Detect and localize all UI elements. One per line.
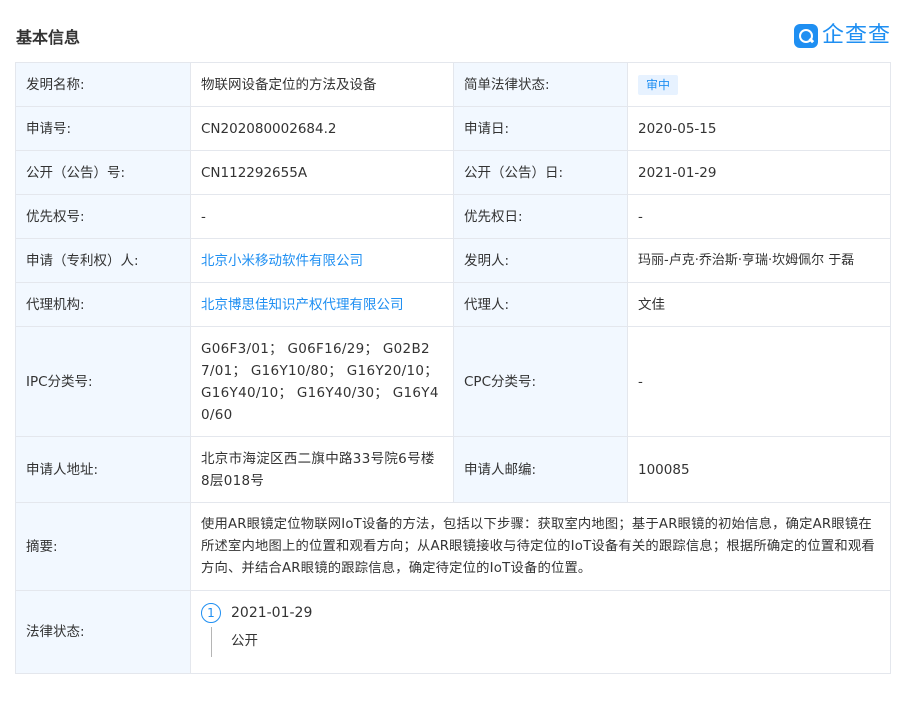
legal-status-timeline: 1 2021-01-29 公开 bbox=[190, 590, 891, 674]
applicant-address-label: 申请人地址: bbox=[15, 436, 191, 503]
table-row: 申请人地址: 北京市海淀区西二旗中路33号院6号楼8层018号 申请人邮编: 1… bbox=[15, 436, 891, 503]
applicant-label: 申请（专利权）人: bbox=[15, 238, 191, 283]
table-row: 申请（专利权）人: 北京小米移动软件有限公司 发明人: 玛丽-卢克·乔治斯·亨瑞… bbox=[15, 238, 891, 283]
table-row: 摘要: 使用AR眼镜定位物联网IoT设备的方法，包括以下步骤：获取室内地图；基于… bbox=[15, 502, 891, 591]
table-row: 申请号: CN202080002684.2 申请日: 2020-05-15 bbox=[15, 106, 891, 151]
cpc-value: - bbox=[627, 326, 891, 437]
legal-status-label: 法律状态: bbox=[15, 590, 191, 674]
timeline-date: 2021-01-29 bbox=[231, 605, 313, 621]
brand-logo: 企查查 bbox=[793, 22, 891, 50]
applicant-link[interactable]: 北京小米移动软件有限公司 bbox=[201, 253, 363, 269]
applicant-cell: 北京小米移动软件有限公司 bbox=[190, 238, 454, 283]
ipc-value: G06F3/01； G06F16/29； G02B27/01； G16Y10/8… bbox=[190, 326, 454, 437]
qcc-logo-icon bbox=[793, 24, 818, 48]
priority-no-value: - bbox=[190, 194, 454, 239]
abstract-label: 摘要: bbox=[15, 502, 191, 591]
publication-date-value: 2021-01-29 bbox=[627, 150, 891, 195]
agency-label: 代理机构: bbox=[15, 282, 191, 327]
agent-value: 文佳 bbox=[627, 282, 891, 327]
brand-name: 企查查 bbox=[821, 23, 891, 48]
table-row: 优先权号: - 优先权日: - bbox=[15, 194, 891, 239]
application-no-value: CN202080002684.2 bbox=[190, 106, 454, 151]
table-row: IPC分类号: G06F3/01； G06F16/29； G02B27/01； … bbox=[15, 326, 891, 437]
timeline-status: 公开 bbox=[231, 633, 258, 649]
application-date-value: 2020-05-15 bbox=[627, 106, 891, 151]
priority-date-label: 优先权日: bbox=[453, 194, 628, 239]
publication-no-label: 公开（公告）号: bbox=[15, 150, 191, 195]
applicant-postcode-value: 100085 bbox=[627, 436, 891, 503]
agency-link[interactable]: 北京博思佳知识产权代理有限公司 bbox=[201, 297, 404, 313]
timeline-step-number: 1 bbox=[201, 603, 221, 623]
cpc-label: CPC分类号: bbox=[453, 326, 628, 437]
applicant-postcode-label: 申请人邮编: bbox=[453, 436, 628, 503]
invention-name-label: 发明名称: bbox=[15, 62, 191, 107]
applicant-address-value: 北京市海淀区西二旗中路33号院6号楼8层018号 bbox=[190, 436, 454, 503]
table-row: 公开（公告）号: CN112292655A 公开（公告）日: 2021-01-2… bbox=[15, 150, 891, 195]
table-row: 法律状态: 1 2021-01-29 公开 bbox=[15, 590, 891, 674]
section-title: 基本信息 bbox=[16, 28, 81, 47]
priority-date-value: - bbox=[627, 194, 891, 239]
table-row: 发明名称: 物联网设备定位的方法及设备 简单法律状态: 审中 bbox=[15, 62, 891, 107]
timeline-connector bbox=[211, 627, 212, 657]
abstract-value: 使用AR眼镜定位物联网IoT设备的方法，包括以下步骤：获取室内地图；基于AR眼镜… bbox=[190, 502, 891, 591]
inventor-label: 发明人: bbox=[453, 238, 628, 283]
application-date-label: 申请日: bbox=[453, 106, 628, 151]
header: 基本信息 企查查 bbox=[0, 0, 903, 62]
application-no-label: 申请号: bbox=[15, 106, 191, 151]
inventor-value: 玛丽-卢克·乔治斯·亨瑞·坎姆佩尔 于磊 bbox=[627, 238, 891, 283]
legal-status-simple-cell: 审中 bbox=[627, 62, 891, 107]
priority-no-label: 优先权号: bbox=[15, 194, 191, 239]
status-badge: 审中 bbox=[638, 74, 679, 95]
timeline-item: 1 2021-01-29 公开 bbox=[201, 591, 880, 673]
invention-name-value: 物联网设备定位的方法及设备 bbox=[190, 62, 454, 107]
publication-date-label: 公开（公告）日: bbox=[453, 150, 628, 195]
publication-no-value: CN112292655A bbox=[190, 150, 454, 195]
table-row: 代理机构: 北京博思佳知识产权代理有限公司 代理人: 文佳 bbox=[15, 282, 891, 327]
basic-info-table: 发明名称: 物联网设备定位的方法及设备 简单法律状态: 审中 申请号: CN20… bbox=[15, 62, 891, 674]
ipc-label: IPC分类号: bbox=[15, 326, 191, 437]
legal-status-simple-label: 简单法律状态: bbox=[453, 62, 628, 107]
agency-cell: 北京博思佳知识产权代理有限公司 bbox=[190, 282, 454, 327]
agent-label: 代理人: bbox=[453, 282, 628, 327]
